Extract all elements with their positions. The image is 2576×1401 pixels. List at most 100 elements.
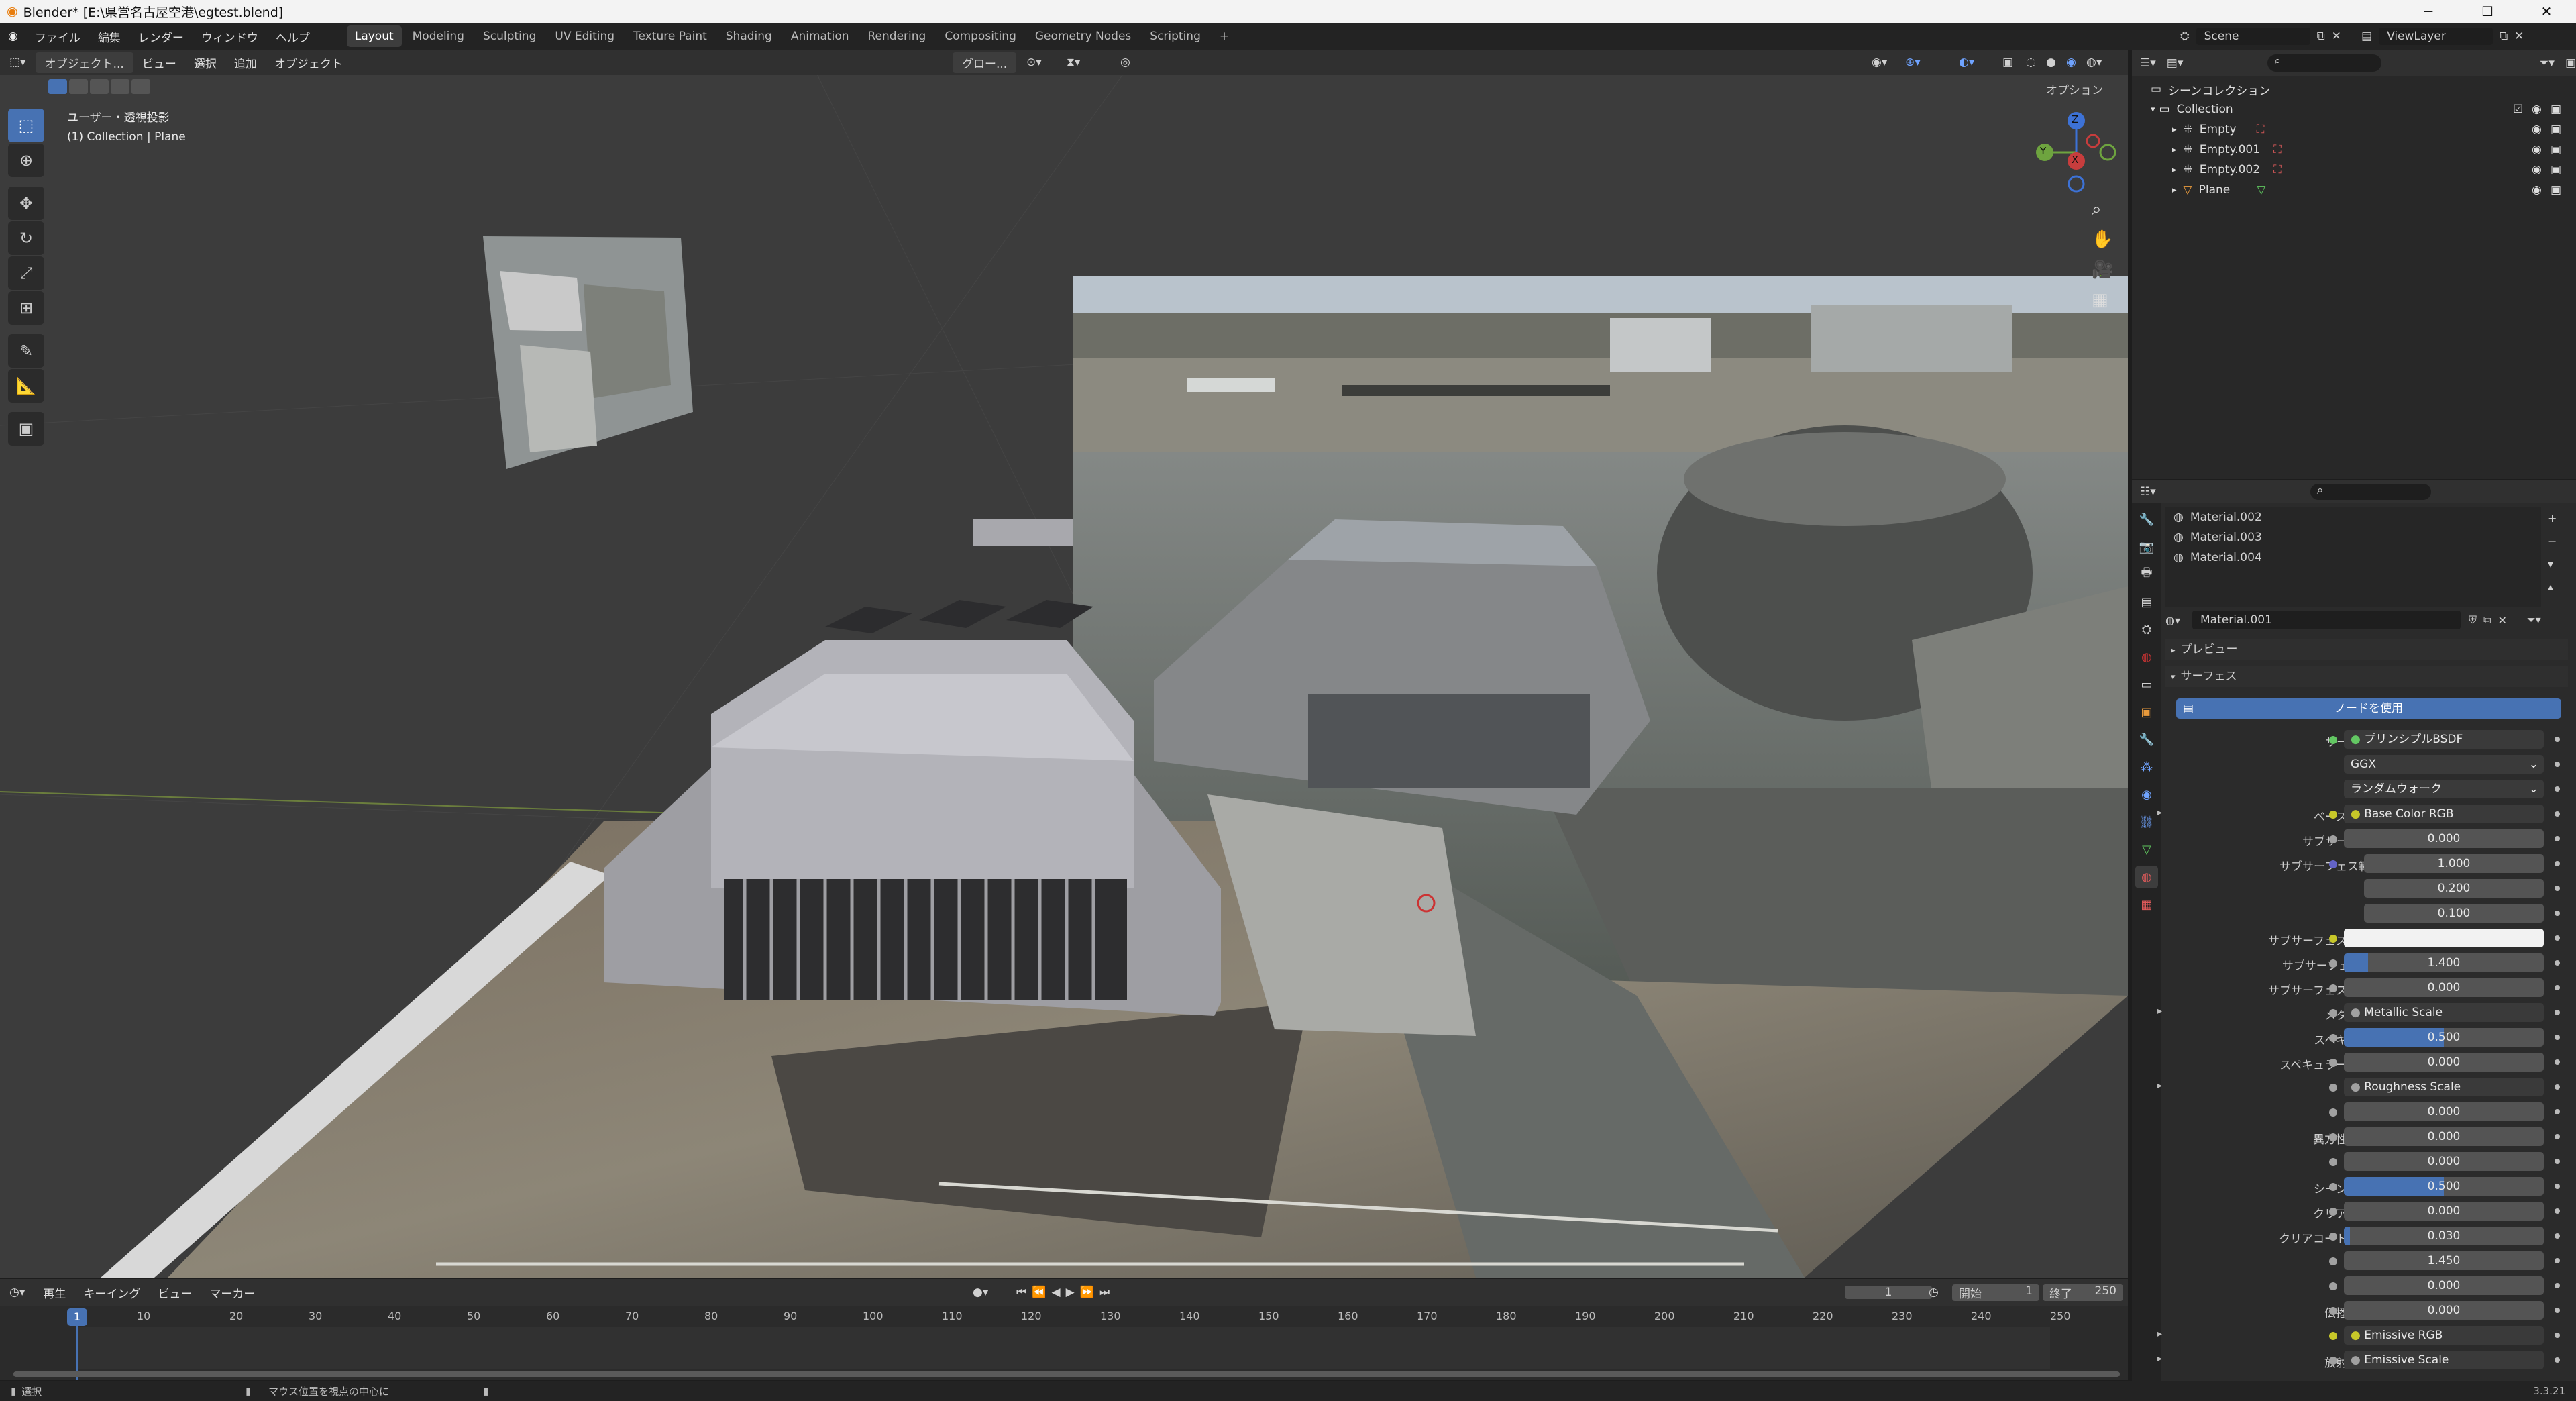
expand-icon[interactable]: ▸ [2172,125,2177,135]
keyframe-dot-icon[interactable] [2555,1134,2560,1139]
outliner-item-empty[interactable]: ▸ ⁜ Empty ⛶ ◉ ▣ [2132,119,2576,140]
3d-viewport[interactable] [0,50,2128,1278]
keyframe-dot-icon[interactable] [2555,1159,2560,1164]
surface-panel-header[interactable]: ▾ サーフェス [2165,666,2568,687]
add-slot-icon[interactable]: + [2548,507,2557,530]
socket-icon[interactable] [2329,1158,2337,1166]
outliner-item-empty-002[interactable]: ▸ ⁜ Empty.002 ⛶ ◉ ▣ [2132,160,2576,180]
socket-icon[interactable] [2329,736,2337,744]
properties-search-field[interactable]: ⌕ [2310,484,2431,500]
outliner-item-plane[interactable]: ▸ ▽ Plane ▽ ◉ ▣ [2132,180,2576,200]
shading-wireframe-icon[interactable]: ◌ [2026,56,2036,69]
visibility-eye-icon[interactable]: ◉ [2532,163,2542,176]
expand-icon[interactable]: ▸ [2172,165,2177,175]
editor-type-icon[interactable]: ⬚▾ [0,56,36,69]
menu-timeline-view[interactable]: ビュー [149,1284,201,1301]
filter-icon[interactable]: ⏷▾ [2540,56,2555,70]
output-tab-icon[interactable]: 🖶 [2135,563,2158,586]
tab-shading[interactable]: Shading [718,25,780,47]
visibility-icon[interactable]: ◉▾ [1872,56,1887,69]
current-frame-field[interactable]: 1 [1845,1286,1932,1299]
socket-icon[interactable] [2329,1332,2337,1340]
number-field[interactable]: 0.500 [2344,1028,2544,1047]
material-slot-item[interactable]: ◍ Material.004 [2165,548,2541,568]
menu-marker[interactable]: マーカー [201,1284,264,1301]
linked-input-field[interactable]: ● Metallic Scale [2344,1003,2544,1022]
preview-range-icon[interactable]: ◷ [1929,1286,1939,1299]
keyframe-dot-icon[interactable] [2555,811,2560,817]
tab-layout[interactable]: Layout [346,25,402,47]
duplicate-material-icon[interactable]: ⧉ [2483,613,2491,627]
visibility-eye-icon[interactable]: ◉ [2532,103,2542,116]
tool-tab-icon[interactable]: 🔧 [2135,508,2158,531]
socket-icon[interactable] [2329,1108,2337,1117]
select-invert-icon[interactable] [111,79,129,94]
keyframe-dot-icon[interactable] [2555,861,2560,866]
socket-icon[interactable] [2329,1307,2337,1315]
overlay-toggle-icon[interactable]: ◐▾ [1959,56,1974,69]
play-reverse-icon[interactable]: ◀ [1051,1286,1065,1299]
next-key-icon[interactable]: ⏩ [1080,1286,1099,1299]
scene-tab-icon[interactable]: ⛭ [2135,618,2158,641]
number-field[interactable]: 0.100 [2364,904,2544,923]
new-scene-icon[interactable]: ⧉ [2317,30,2325,43]
scene-name-field[interactable]: Scene [2196,28,2310,45]
view-layer-tab-icon[interactable]: ▤ [2135,590,2158,613]
number-field[interactable]: 0.000 [2344,1301,2544,1320]
select-box-icon[interactable]: ⬚ [8,109,44,142]
new-viewlayer-icon[interactable]: ⧉ [2500,30,2508,43]
menu-playback[interactable]: 再生 [34,1284,74,1301]
viewlayer-name-field[interactable]: ViewLayer [2379,28,2493,45]
grid-icon[interactable]: ▦ [2092,285,2113,315]
tab-compositing[interactable]: Compositing [936,25,1024,47]
transform-orientation[interactable]: グロー... [953,52,1017,73]
keyframe-dot-icon[interactable] [2555,1084,2560,1090]
number-field[interactable]: 0.000 [2344,1127,2544,1146]
shading-solid-icon[interactable]: ● [2046,56,2056,69]
number-field[interactable]: 1.450 [2344,1251,2544,1270]
snap-icon[interactable]: ⧗▾ [1067,56,1080,69]
expand-icon[interactable]: ▸ [2157,1329,2162,1339]
tab-animation[interactable]: Animation [783,25,857,47]
mode-selector[interactable]: オブジェクト... [35,52,133,73]
keyframe-dot-icon[interactable] [2555,1283,2560,1288]
socket-icon[interactable] [2329,1034,2337,1042]
properties-editor-icon[interactable]: ☷▾ [2140,485,2156,499]
linked-input-field[interactable]: ● Emissive RGB [2344,1326,2544,1345]
menu-help[interactable]: ヘルプ [267,28,319,45]
select-new-icon[interactable] [48,79,67,94]
menu-select[interactable]: 選択 [185,54,225,71]
keyframe-dot-icon[interactable] [2555,1059,2560,1065]
transform-icon[interactable]: ⊞ [8,291,44,325]
keyframe-dot-icon[interactable] [2555,1184,2560,1189]
add-workspace-button[interactable]: + [1212,25,1237,47]
menu-keying[interactable]: キーイング [74,1284,149,1301]
number-field[interactable]: 0.000 [2344,1276,2544,1295]
delete-scene-icon[interactable]: ✕ [2332,30,2341,43]
socket-icon[interactable] [2329,1183,2337,1191]
render-camera-icon[interactable]: ▣ [2551,123,2561,136]
socket-icon[interactable] [2329,835,2337,843]
linked-input-field[interactable]: ● Base Color RGB [2344,805,2544,823]
socket-icon[interactable] [2329,1084,2337,1092]
measure-icon[interactable]: 📐 [8,369,44,403]
remove-slot-icon[interactable]: − [2548,530,2557,553]
slot-menu-icon[interactable]: ▾ [2548,553,2557,576]
jump-start-icon[interactable]: ⏮ [1016,1286,1032,1299]
scale-icon[interactable]: ⤢ [8,256,44,290]
socket-icon[interactable] [2329,1282,2337,1290]
scene-collection-row[interactable]: ▭ シーンコレクション [2132,79,2576,99]
material-slot-item[interactable]: ◍ Material.002 [2165,507,2541,527]
cursor-icon[interactable]: ⊕ [8,144,44,177]
jump-end-icon[interactable]: ⏭ [1099,1286,1115,1299]
link-type-icon[interactable]: ⏷▾ [2527,613,2541,627]
tab-uv-editing[interactable]: UV Editing [547,25,623,47]
zoom-icon[interactable]: ⌕ [2092,195,2113,225]
select-intersect-icon[interactable] [131,79,150,94]
linked-input-field[interactable]: ● Emissive Scale [2344,1351,2544,1369]
world-tab-icon[interactable]: ◍ [2135,645,2158,668]
render-camera-icon[interactable]: ▣ [2551,103,2561,116]
select-subtract-icon[interactable] [90,79,109,94]
render-camera-icon[interactable]: ▣ [2551,183,2561,197]
keyframe-dot-icon[interactable] [2555,935,2560,941]
